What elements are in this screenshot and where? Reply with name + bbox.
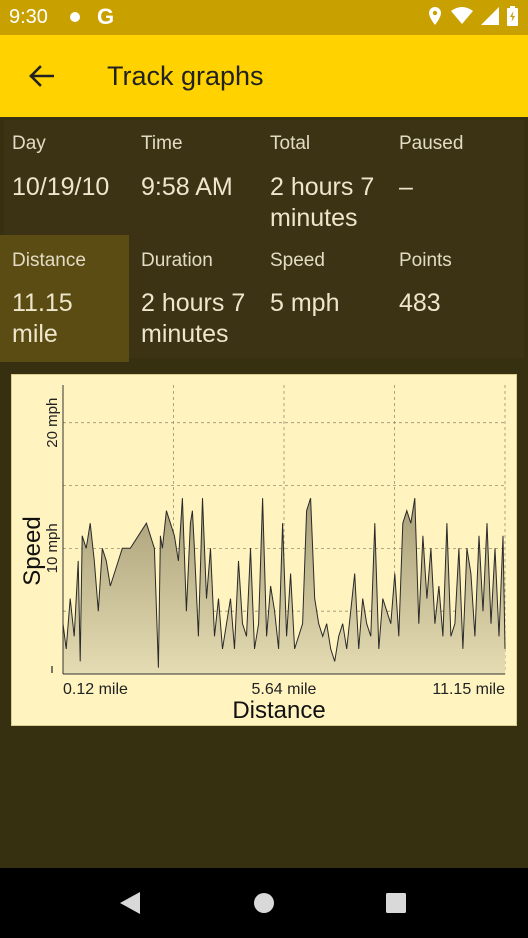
stat-day-label: Day bbox=[12, 133, 46, 154]
stat-speed-label: Speed bbox=[270, 250, 325, 271]
google-icon: G bbox=[97, 4, 115, 29]
nav-home-icon[interactable] bbox=[253, 891, 275, 915]
stat-distance[interactable]: Distance 11.15 mile bbox=[0, 235, 129, 362]
system-nav-bar bbox=[0, 868, 528, 938]
stat-time-label: Time bbox=[141, 133, 183, 154]
stat-total-value: 2 hours 7 minutes bbox=[270, 173, 375, 232]
y-axis-label: Speed bbox=[19, 516, 46, 585]
chart-canvas: 10 mph 20 mph 0.12 mile 5.64 mile 11.15 mil… bbox=[19, 385, 506, 724]
stat-total-label: Total bbox=[270, 133, 311, 154]
stat-paused-label: Paused bbox=[399, 133, 464, 154]
app-bar: Track graphs bbox=[0, 35, 528, 117]
signal-icon bbox=[481, 7, 499, 25]
nav-back-icon[interactable] bbox=[119, 891, 141, 915]
stat-distance-label: Distance bbox=[12, 250, 86, 271]
battery-icon bbox=[507, 6, 518, 26]
stat-distance-value: 11.15 mile bbox=[12, 289, 73, 348]
stat-duration-label: Duration bbox=[141, 250, 213, 271]
stat-duration: Duration 2 hours 7 minutes bbox=[133, 235, 262, 355]
stat-speed: Speed 5 mph bbox=[262, 235, 391, 355]
stat-paused: Paused – bbox=[391, 120, 520, 238]
stat-points-label: Points bbox=[399, 250, 452, 271]
x-tick-label: 5.64 mile bbox=[252, 681, 317, 698]
y-tick-label: 20 mph bbox=[44, 398, 61, 448]
stat-points-value: 483 bbox=[399, 289, 441, 317]
stat-speed-value: 5 mph bbox=[270, 289, 340, 317]
stat-time: Time 9:58 AM bbox=[133, 120, 262, 238]
x-axis-label: Distance bbox=[232, 697, 325, 724]
page-title: Track graphs bbox=[107, 61, 264, 91]
back-arrow-icon bbox=[29, 65, 54, 87]
stat-day: Day 10/19/10 bbox=[4, 120, 133, 238]
stat-day-value: 10/19/10 bbox=[12, 173, 110, 201]
status-bar: 9:30 G bbox=[0, 0, 528, 35]
notification-dot-icon bbox=[70, 12, 80, 22]
speed-distance-chart[interactable]: 10 mph 20 mph 0.12 mile 5.64 mile 11.15 mil… bbox=[11, 374, 517, 726]
back-button[interactable] bbox=[22, 57, 60, 95]
stat-total: Total 2 hours 7 minutes bbox=[262, 120, 391, 238]
nav-recents-icon[interactable] bbox=[385, 891, 407, 915]
stat-points: Points 483 bbox=[391, 235, 520, 355]
x-tick-label: 11.15 mile bbox=[432, 681, 505, 698]
wifi-icon bbox=[451, 7, 473, 24]
location-icon bbox=[429, 7, 441, 25]
y-tick-label: 10 mph bbox=[44, 523, 61, 573]
x-tick-label: 0.12 mile bbox=[63, 681, 128, 698]
status-time: 9:30 bbox=[9, 6, 48, 28]
stat-time-value: 9:58 AM bbox=[141, 173, 233, 201]
stat-paused-value: – bbox=[399, 173, 413, 201]
track-stats-panel: Day 10/19/10 Time 9:58 AM Total 2 hours … bbox=[0, 120, 524, 362]
stat-duration-value: 2 hours 7 minutes bbox=[141, 289, 246, 348]
